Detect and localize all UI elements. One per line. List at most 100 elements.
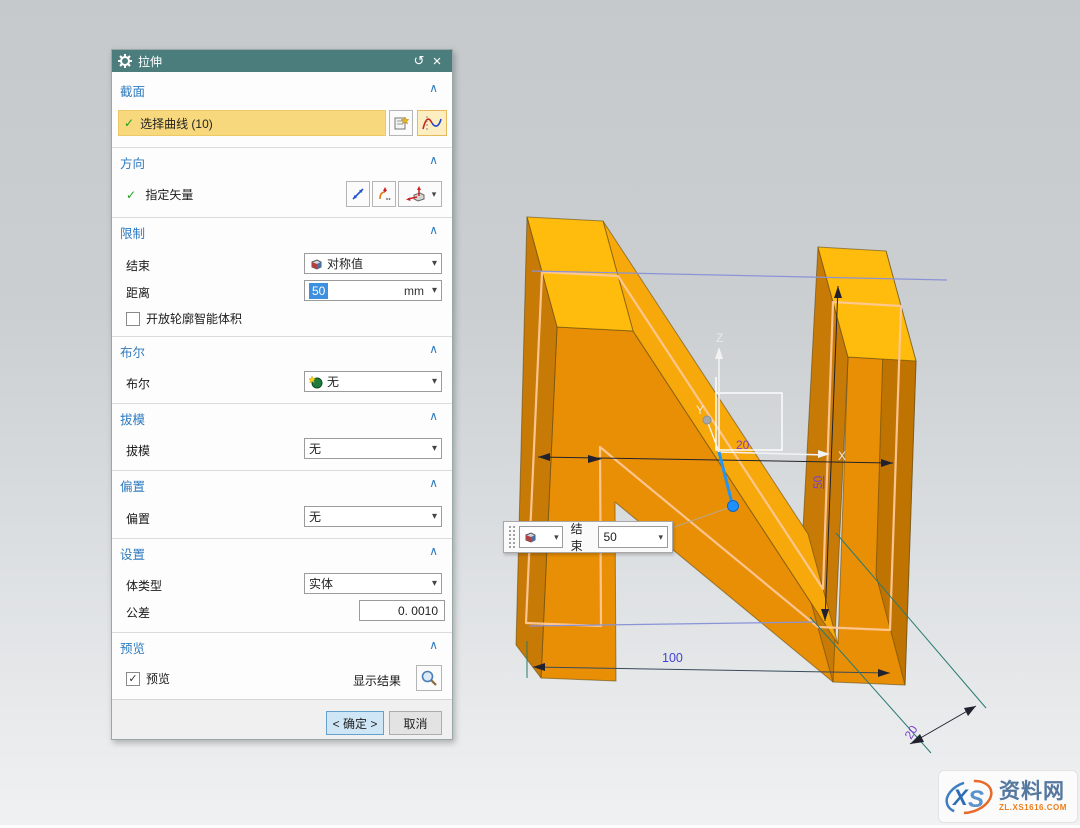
watermark-url: ZL.XS1616.COM [999,803,1067,812]
show-result-label: 显示结果 [353,672,401,689]
ok-button[interactable]: < 确定 > [326,711,384,735]
vector-dialog-button[interactable] [346,181,370,207]
distance-value: 50 [309,283,328,299]
boolean-combo[interactable]: 无 ▾ [304,371,442,392]
group-direction[interactable]: 方向 ∧ [120,153,444,173]
caret-down-icon: ▾ [432,578,437,589]
z-axis-label: Z [716,331,723,345]
svg-text:X: X [951,785,969,810]
caret-down-icon: ▾ [432,189,437,200]
svg-text:S: S [968,786,984,813]
boolean-none-icon [309,375,324,389]
tolerance-field[interactable]: 0. 0010 [359,600,445,621]
draft-value: 无 [309,440,432,457]
dialog-title: 拉伸 [138,53,410,70]
check-icon: ✓ [124,116,134,130]
z-axis-arrow [715,347,723,359]
collapse-chevron-icon[interactable]: ∧ [429,544,438,558]
extrude-preview-solid[interactable] [516,217,916,685]
select-curve-row[interactable]: ✓ 选择曲线 (10) [118,110,386,136]
show-result-button[interactable] [416,665,442,691]
end-type-combo[interactable]: 对称值 ▾ [304,253,442,274]
xs-logo-icon: X S [943,776,995,818]
caret-down-icon[interactable]: ▾ [658,532,663,543]
collapse-chevron-icon[interactable]: ∧ [429,342,438,356]
preview-checkbox[interactable]: ✓ [126,672,140,686]
limit-type-dropdown[interactable]: ▾ [519,526,563,548]
group-boolean[interactable]: 布尔 ∧ [120,342,444,362]
preview-row[interactable]: ✓ 预览 [126,670,170,687]
collapse-chevron-icon[interactable]: ∧ [429,476,438,490]
close-button[interactable]: × [428,53,446,70]
group-draft[interactable]: 拔模 ∧ [120,409,444,429]
inferred-vector-button[interactable] [372,181,396,207]
draft-label: 拔模 [126,442,150,459]
handle-ball [728,501,739,512]
cube-icon [523,530,538,544]
specify-vector-label: 指定矢量 [145,188,193,202]
collapse-chevron-icon[interactable]: ∧ [429,153,438,167]
offset-combo[interactable]: 无 ▾ [304,506,442,527]
caret-down-icon: ▾ [432,511,437,522]
body-type-combo[interactable]: 实体 ▾ [304,573,442,594]
distance-field[interactable]: 50 mm ▾ [304,280,442,301]
collapse-chevron-icon[interactable]: ∧ [429,81,438,95]
open-profile-checkbox[interactable] [126,312,140,326]
boolean-value: 无 [327,373,432,390]
offset-value: 无 [309,508,432,525]
body-type-value: 实体 [309,575,432,592]
watermark-badge: X S 资料网 ZL.XS1616.COM [938,770,1078,823]
caret-down-icon: ▾ [432,443,437,454]
group-offset[interactable]: 偏置 ∧ [120,476,444,496]
caret-down-icon: ▾ [432,258,437,269]
check-icon: ✓ [126,188,136,202]
x-axis-label: X [838,449,846,463]
dim-height-text: 50 [811,475,825,489]
curve-rule-button[interactable] [417,110,447,136]
tolerance-value: 0. 0010 [398,604,438,618]
curve-collector-button[interactable] [389,110,413,136]
group-section[interactable]: 截面 ∧ [120,81,444,101]
cancel-button[interactable]: 取消 [389,711,442,735]
tolerance-label: 公差 [126,604,150,621]
reset-button[interactable]: ↺ [410,53,428,69]
watermark-name: 资料网 [999,781,1067,803]
offset-label: 偏置 [126,510,150,527]
two-point-vector-icon [350,186,366,202]
body-type-label: 体类型 [126,577,162,594]
boolean-label: 布尔 [126,375,150,392]
draft-combo[interactable]: 无 ▾ [304,438,442,459]
end-label: 结束 [126,257,150,274]
group-settings[interactable]: 设置 ∧ [120,544,444,564]
open-profile-label: 开放轮廓智能体积 [146,310,242,327]
mini-end-value: 50 [603,530,616,544]
y-axis-ball [703,416,711,424]
curve-rule-icon [421,114,443,132]
magnifier-icon [420,669,438,687]
group-limits[interactable]: 限制 ∧ [120,223,444,243]
extrude-dialog: 拉伸 ↺ × 截面 ∧ ✓ 选择曲线 (10) 方向 ∧ ✓ 指定矢量 [111,49,453,740]
toolbar-grip-handle[interactable] [508,525,515,549]
caret-down-icon: ▾ [554,532,559,543]
distance-unit: mm [404,284,424,298]
vector-icon [404,185,428,203]
caret-down-icon[interactable]: ▾ [432,285,437,296]
dialog-footer: < 确定 > 取消 [112,699,452,739]
gear-icon [118,54,132,68]
mini-end-label: 结束 [571,520,595,554]
collapse-chevron-icon[interactable]: ∧ [429,638,438,652]
caret-down-icon: ▾ [432,376,437,387]
onscreen-mini-toolbar[interactable]: ▾ 结束 50 ▾ [503,521,673,553]
collapse-chevron-icon[interactable]: ∧ [429,409,438,423]
collapse-chevron-icon[interactable]: ∧ [429,223,438,237]
open-profile-row[interactable]: 开放轮廓智能体积 [126,310,242,327]
dim-width-text: 100 [662,651,683,665]
select-curve-label: 选择曲线 (10) [140,115,213,132]
mini-end-value-field[interactable]: 50 ▾ [598,526,668,548]
vector-type-dropdown[interactable]: ▾ [398,181,442,207]
distance-label: 距离 [126,284,150,301]
group-preview[interactable]: 预览 ∧ [120,638,444,658]
y-axis-label: Y [696,403,704,417]
end-type-value: 对称值 [327,255,432,272]
dialog-titlebar[interactable]: 拉伸 ↺ × [112,50,452,72]
